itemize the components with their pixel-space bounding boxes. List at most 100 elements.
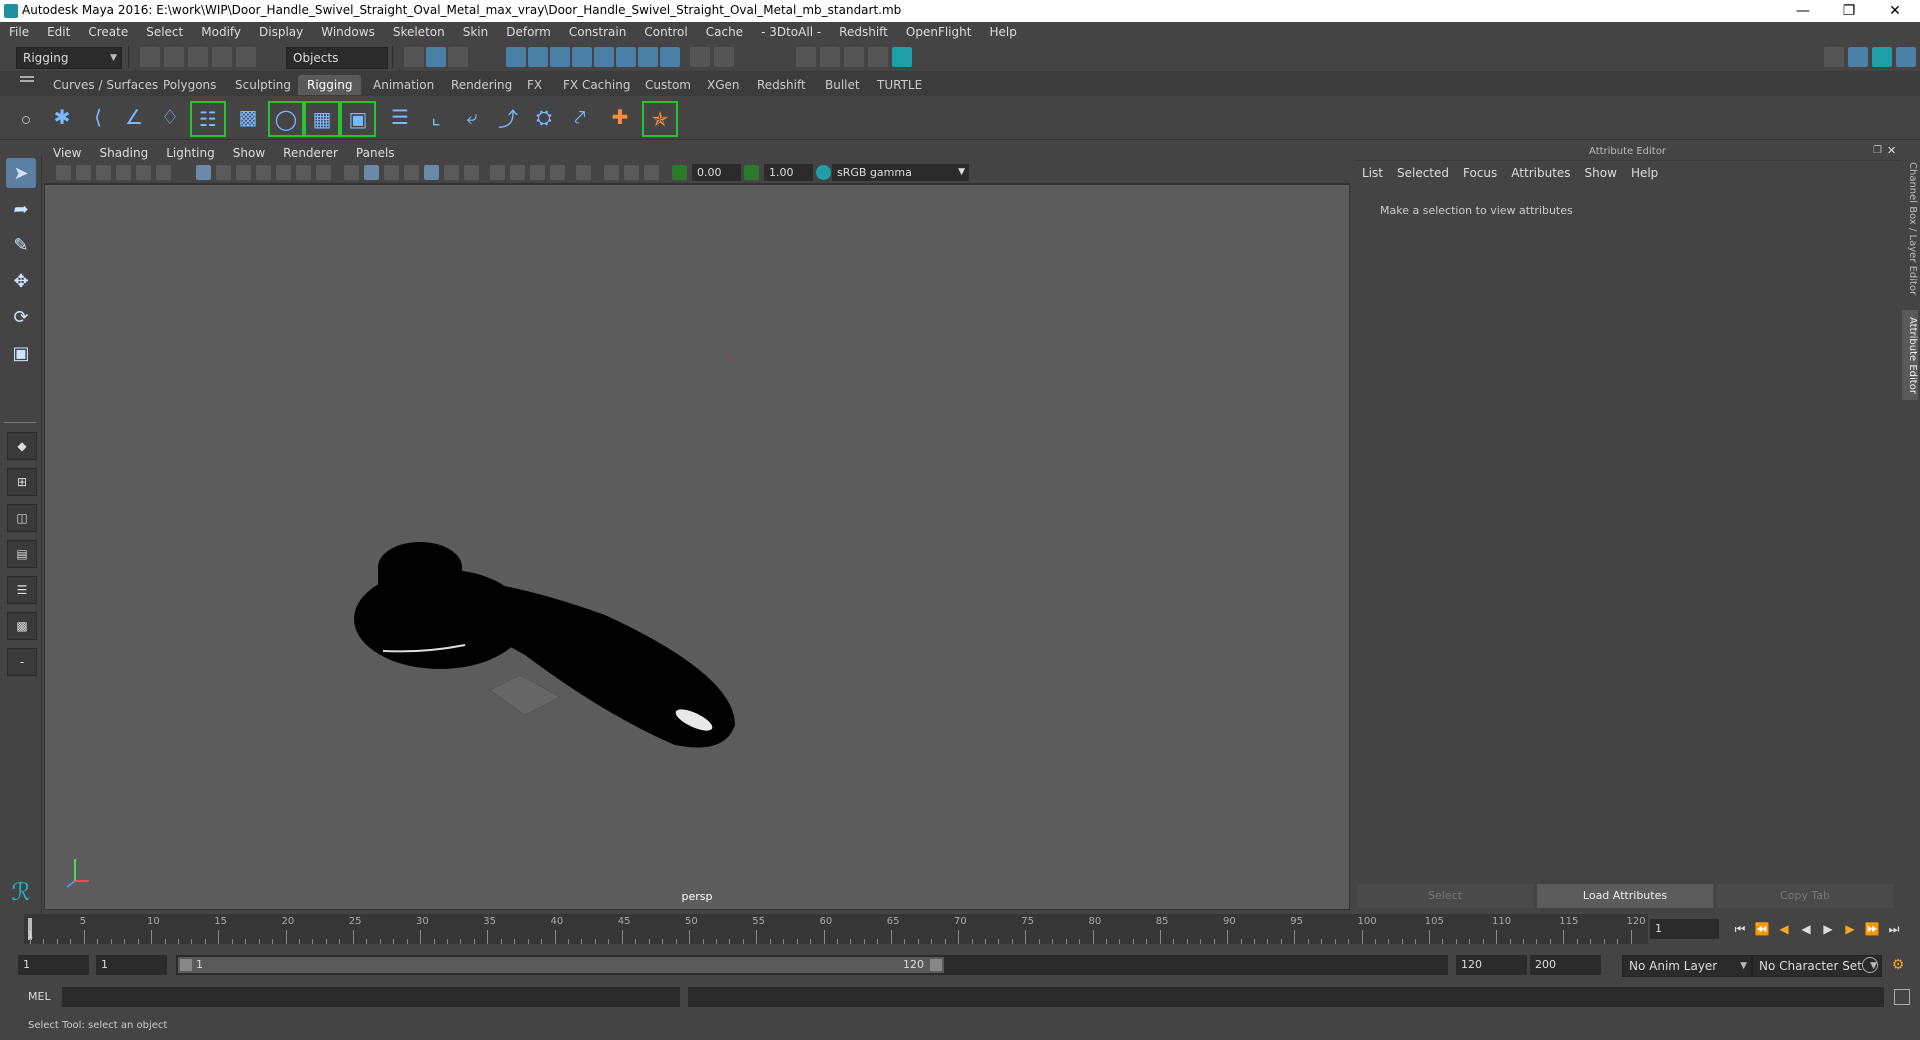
lock-selection-icon[interactable]: [690, 47, 710, 67]
grid-icon[interactable]: [196, 165, 211, 180]
exposure-icon[interactable]: [672, 165, 687, 180]
ik-fk-icon[interactable]: ⤤: [564, 101, 596, 133]
resolution-gate-icon[interactable]: [236, 165, 251, 180]
blend-shape-icon[interactable]: ▣: [340, 101, 376, 137]
select-by-object-icon[interactable]: [426, 47, 446, 67]
menu-select[interactable]: Select: [137, 22, 192, 42]
paint-weights-icon[interactable]: ⌞: [420, 101, 452, 133]
screen-space-ao-icon[interactable]: [490, 165, 505, 180]
menu-constrain[interactable]: Constrain: [560, 22, 636, 42]
menu-3dtoall[interactable]: - 3DtoAll -: [752, 22, 830, 42]
use-all-lights-icon[interactable]: [444, 165, 459, 180]
play-backwards-icon[interactable]: ◀: [1798, 922, 1814, 936]
insert-joint-icon[interactable]: ♢: [154, 101, 186, 133]
close-button[interactable]: ✕: [1872, 0, 1918, 22]
auto-key-icon[interactable]: [1862, 957, 1878, 973]
persp-outliner-layout-icon[interactable]: ◫: [7, 504, 37, 532]
safe-title-icon[interactable]: [316, 165, 331, 180]
menu-skeleton[interactable]: Skeleton: [384, 22, 454, 42]
new-scene-icon[interactable]: [140, 47, 160, 67]
grease-pencil-icon[interactable]: [156, 165, 171, 180]
cluster-icon[interactable]: ▩: [232, 101, 264, 133]
script-editor-icon[interactable]: [1894, 989, 1910, 1005]
shelf-tab-curves-surfaces[interactable]: Curves / Surfaces: [44, 75, 167, 95]
single-perspective-layout-icon[interactable]: ◆: [7, 432, 37, 460]
hypershade-icon[interactable]: [892, 47, 912, 67]
shelf-tab-bullet[interactable]: Bullet: [816, 75, 869, 95]
minimize-button[interactable]: —: [1780, 0, 1826, 22]
paint-select-tool-icon[interactable]: ✎: [6, 230, 36, 260]
shelf-tab-custom[interactable]: Custom: [636, 75, 700, 95]
camera-attributes-icon[interactable]: [76, 165, 91, 180]
select-camera-icon[interactable]: [56, 165, 71, 180]
wireframe-on-shaded-icon[interactable]: [404, 165, 419, 180]
exposure-field[interactable]: 0.00: [692, 164, 741, 181]
restore-button[interactable]: ❐: [1826, 0, 1872, 22]
persp-graph-layout-icon[interactable]: ▤: [7, 540, 37, 568]
ae-menu-focus[interactable]: Focus: [1456, 162, 1504, 184]
copy-tab-button[interactable]: Copy Tab: [1717, 884, 1893, 908]
ipr-render-icon[interactable]: [844, 47, 864, 67]
go-to-end-icon[interactable]: ⏭: [1886, 922, 1902, 936]
shelf-tab-polygons[interactable]: Polygons: [154, 75, 225, 95]
select-by-hierarchy-icon[interactable]: [404, 47, 424, 67]
playback-start-field[interactable]: 1: [96, 955, 167, 975]
step-back-key-icon[interactable]: ⏪: [1754, 922, 1770, 936]
bind-skin-icon[interactable]: ☰: [384, 101, 416, 133]
shelf-tab-xgen[interactable]: XGen: [698, 75, 749, 95]
bookmark-icon[interactable]: [96, 165, 111, 180]
close-panel-icon[interactable]: ✕: [1887, 144, 1896, 157]
shelf-tab-rendering[interactable]: Rendering: [442, 75, 521, 95]
redo-icon[interactable]: [236, 47, 256, 67]
xray-joints-icon[interactable]: [644, 165, 659, 180]
undo-icon[interactable]: [212, 47, 232, 67]
range-end-handle[interactable]: [930, 959, 942, 971]
select-dynamics-icon[interactable]: [616, 47, 636, 67]
open-scene-icon[interactable]: [164, 47, 184, 67]
isolate-select-icon[interactable]: [576, 165, 591, 180]
viewport-menu-panels[interactable]: Panels: [347, 144, 404, 162]
ik-spline-icon[interactable]: ∠: [118, 101, 150, 133]
menu-display[interactable]: Display: [250, 22, 312, 42]
command-input[interactable]: [62, 987, 680, 1007]
select-deformations-icon[interactable]: [594, 47, 614, 67]
highlight-selection-icon[interactable]: [714, 47, 734, 67]
select-button[interactable]: Select: [1357, 884, 1533, 908]
perspective-viewport[interactable]: persp: [44, 184, 1350, 910]
menu-file[interactable]: File: [0, 22, 38, 42]
animation-end-field[interactable]: 200: [1530, 955, 1601, 975]
menu-skin[interactable]: Skin: [454, 22, 498, 42]
colorspace-dropdown[interactable]: sRGB gamma ▼: [832, 164, 969, 181]
scale-tool-icon[interactable]: ▣: [6, 338, 36, 368]
gamma-field[interactable]: 1.00: [764, 164, 813, 181]
animation-start-field[interactable]: 1: [18, 955, 89, 975]
shelf-tab-fx-caching[interactable]: FX Caching: [554, 75, 639, 95]
step-back-frame-icon[interactable]: ◀: [1776, 922, 1792, 936]
menu-cache[interactable]: Cache: [697, 22, 752, 42]
hypershade-layout-icon[interactable]: ▩: [7, 612, 37, 640]
xray-active-icon[interactable]: [624, 165, 639, 180]
lattice-icon[interactable]: ◯: [268, 101, 304, 137]
anim-layer-dropdown[interactable]: No Anim Layer ▼: [1622, 955, 1752, 977]
gamma-icon[interactable]: [744, 165, 759, 180]
go-to-start-icon[interactable]: ⏮: [1732, 922, 1748, 936]
shelf-menu-icon[interactable]: [20, 76, 34, 82]
outliner-layout-icon[interactable]: ☰: [7, 576, 37, 604]
step-forward-frame-icon[interactable]: ▶: [1842, 922, 1858, 936]
tab-attribute-editor[interactable]: Attribute Editor: [1902, 310, 1918, 400]
gate-mask-icon[interactable]: [256, 165, 271, 180]
four-view-layout-icon[interactable]: ⊞: [7, 468, 37, 496]
select-surfaces-icon[interactable]: [572, 47, 592, 67]
ik-handle-icon[interactable]: ⟨: [82, 101, 114, 133]
lasso-tool-icon[interactable]: ➦: [6, 194, 36, 224]
safe-action-icon[interactable]: [296, 165, 311, 180]
range-start-handle[interactable]: [180, 959, 192, 971]
default-material-icon[interactable]: [384, 165, 399, 180]
viewport-menu-shading[interactable]: Shading: [90, 144, 157, 162]
aim-constraint-icon[interactable]: ✯: [642, 101, 678, 137]
shelf-options-icon[interactable]: [22, 116, 30, 124]
smooth-shade-icon[interactable]: [364, 165, 379, 180]
menu-control[interactable]: Control: [635, 22, 696, 42]
current-frame-field[interactable]: 1: [1650, 919, 1719, 939]
shelf-tab-turtle[interactable]: TURTLE: [868, 75, 931, 95]
